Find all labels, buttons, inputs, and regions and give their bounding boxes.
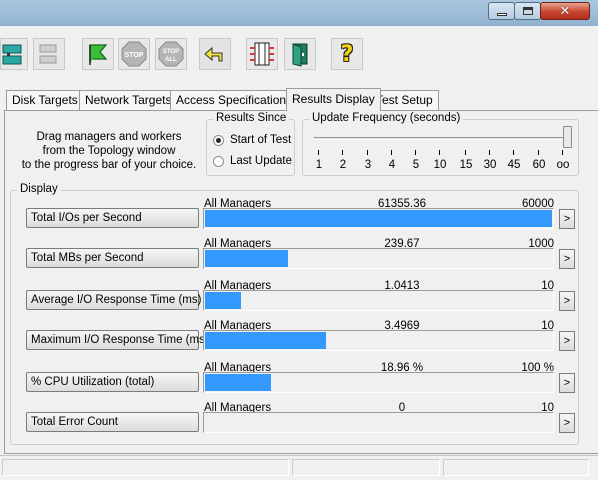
topology-icon (2, 44, 22, 65)
disconnect-button[interactable] (33, 38, 65, 70)
status-segment-2 (292, 459, 440, 476)
maximize-icon (522, 7, 533, 15)
slider-tick (367, 150, 368, 155)
new-manager-button[interactable] (246, 38, 278, 70)
stop-all-button[interactable]: STOP ALL (155, 38, 187, 70)
metric-progress-bar (203, 248, 554, 269)
status-segment-3 (443, 459, 589, 476)
new-manager-icon (250, 42, 274, 66)
slider-tick (489, 150, 490, 155)
radio-start-of-test-label: Start of Test (230, 134, 292, 146)
metric-progress-bar (203, 372, 554, 393)
tab-results-display[interactable]: Results Display (286, 88, 381, 111)
slider-tick-label: 60 (532, 159, 546, 171)
status-segment-1 (2, 459, 289, 476)
radio-last-update[interactable]: Last Update (213, 155, 292, 167)
metric-progress-fill (205, 332, 326, 349)
stop-all-icon: STOP ALL (158, 41, 184, 67)
display-title: Display (17, 183, 61, 195)
update-frequency-track[interactable] (314, 137, 568, 140)
minimize-icon (496, 12, 507, 16)
close-icon: ✕ (559, 3, 571, 19)
radio-last-update-label: Last Update (230, 155, 293, 167)
metric-progress-fill (205, 250, 288, 267)
slider-tick-label: 5 (412, 159, 420, 171)
maximize-button[interactable] (514, 2, 541, 20)
metric-more-button[interactable]: > (559, 331, 575, 351)
svg-text:ALL: ALL (165, 57, 177, 63)
radio-start-of-test[interactable]: Start of Test (213, 134, 291, 146)
metric-progress-fill (205, 374, 271, 391)
metric-select-button[interactable]: % CPU Utilization (total) (26, 372, 199, 392)
disconnect-icon (39, 44, 57, 64)
slider-tick (439, 150, 440, 155)
metric-more-button[interactable]: > (559, 249, 575, 269)
slider-tick-label: 10 (433, 159, 447, 171)
slider-tick-label: oo (556, 159, 570, 171)
tab-access-specifications[interactable]: Access Specifications (170, 90, 299, 110)
instruction-line-2: from the Topology window (42, 145, 176, 157)
slider-tick (342, 150, 343, 155)
slider-tick (391, 150, 392, 155)
exit-button[interactable] (284, 38, 316, 70)
drag-instructions: Drag managers and workers from the Topol… (14, 130, 204, 172)
metric-progress-bar (203, 412, 554, 433)
metric-more-button[interactable]: > (559, 373, 575, 393)
reset-workers-icon (204, 46, 223, 62)
metric-more-button[interactable]: > (559, 209, 575, 229)
slider-tick-label: 1 (315, 159, 323, 171)
metric-select-button[interactable]: Total MBs per Second (26, 248, 199, 268)
slider-tick (538, 150, 539, 155)
metric-more-button[interactable]: > (559, 413, 575, 433)
metric-progress-bar (203, 208, 554, 229)
metric-select-button[interactable]: Total I/Os per Second (26, 208, 199, 228)
minimize-button[interactable] (488, 2, 515, 20)
slider-tick-label: 15 (459, 159, 473, 171)
close-button[interactable]: ✕ (540, 2, 590, 20)
instruction-line-3: to the progress bar of your choice. (21, 159, 197, 171)
stop-button[interactable]: STOP (118, 38, 150, 70)
metric-progress-fill (205, 210, 552, 227)
stop-icon: STOP (121, 41, 147, 67)
radio-last-update-indicator[interactable] (213, 155, 224, 167)
help-icon: ? (340, 41, 354, 67)
instruction-line-1: Drag managers and workers (36, 131, 182, 143)
toolbar: STOP STOP ALL ? (0, 26, 598, 82)
slider-tick (318, 150, 319, 155)
slider-tick-label: 30 (483, 159, 497, 171)
help-button[interactable]: ? (331, 38, 363, 70)
update-frequency-title: Update Frequency (seconds) (309, 112, 464, 124)
start-tests-icon (89, 44, 108, 65)
slider-tick-label: 45 (507, 159, 521, 171)
results-since-group: Results Since (206, 112, 295, 176)
tab-disk-targets[interactable]: Disk Targets (6, 90, 84, 110)
slider-tick (513, 150, 514, 155)
slider-tick-label: 3 (364, 159, 372, 171)
slider-tick (465, 150, 466, 155)
metric-progress-fill (205, 292, 241, 309)
title-bar: ✕ (0, 0, 598, 26)
topology-button[interactable] (0, 38, 28, 70)
stop-icon-label: STOP (125, 52, 144, 59)
metric-more-button[interactable]: > (559, 291, 575, 311)
exit-icon (292, 43, 308, 67)
reset-workers-button[interactable] (199, 38, 231, 70)
metric-select-button[interactable]: Total Error Count (26, 412, 199, 432)
svg-text:STOP: STOP (163, 49, 179, 55)
slider-tick-label: 2 (339, 159, 347, 171)
radio-start-of-test-indicator[interactable] (213, 134, 224, 146)
results-since-title: Results Since (213, 112, 290, 124)
slider-tick-label: 4 (388, 159, 396, 171)
metric-progress-bar (203, 330, 554, 351)
slider-tick (562, 150, 563, 155)
metric-select-button[interactable]: Average I/O Response Time (ms) (26, 290, 201, 310)
start-tests-button[interactable] (82, 38, 114, 70)
update-frequency-slider-thumb[interactable] (563, 126, 572, 148)
slider-tick (415, 150, 416, 155)
status-bar (0, 455, 598, 480)
tab-network-targets[interactable]: Network Targets (79, 90, 178, 110)
metric-select-button[interactable]: Maximum I/O Response Time (ms) (26, 330, 209, 350)
metric-progress-bar (203, 290, 554, 311)
